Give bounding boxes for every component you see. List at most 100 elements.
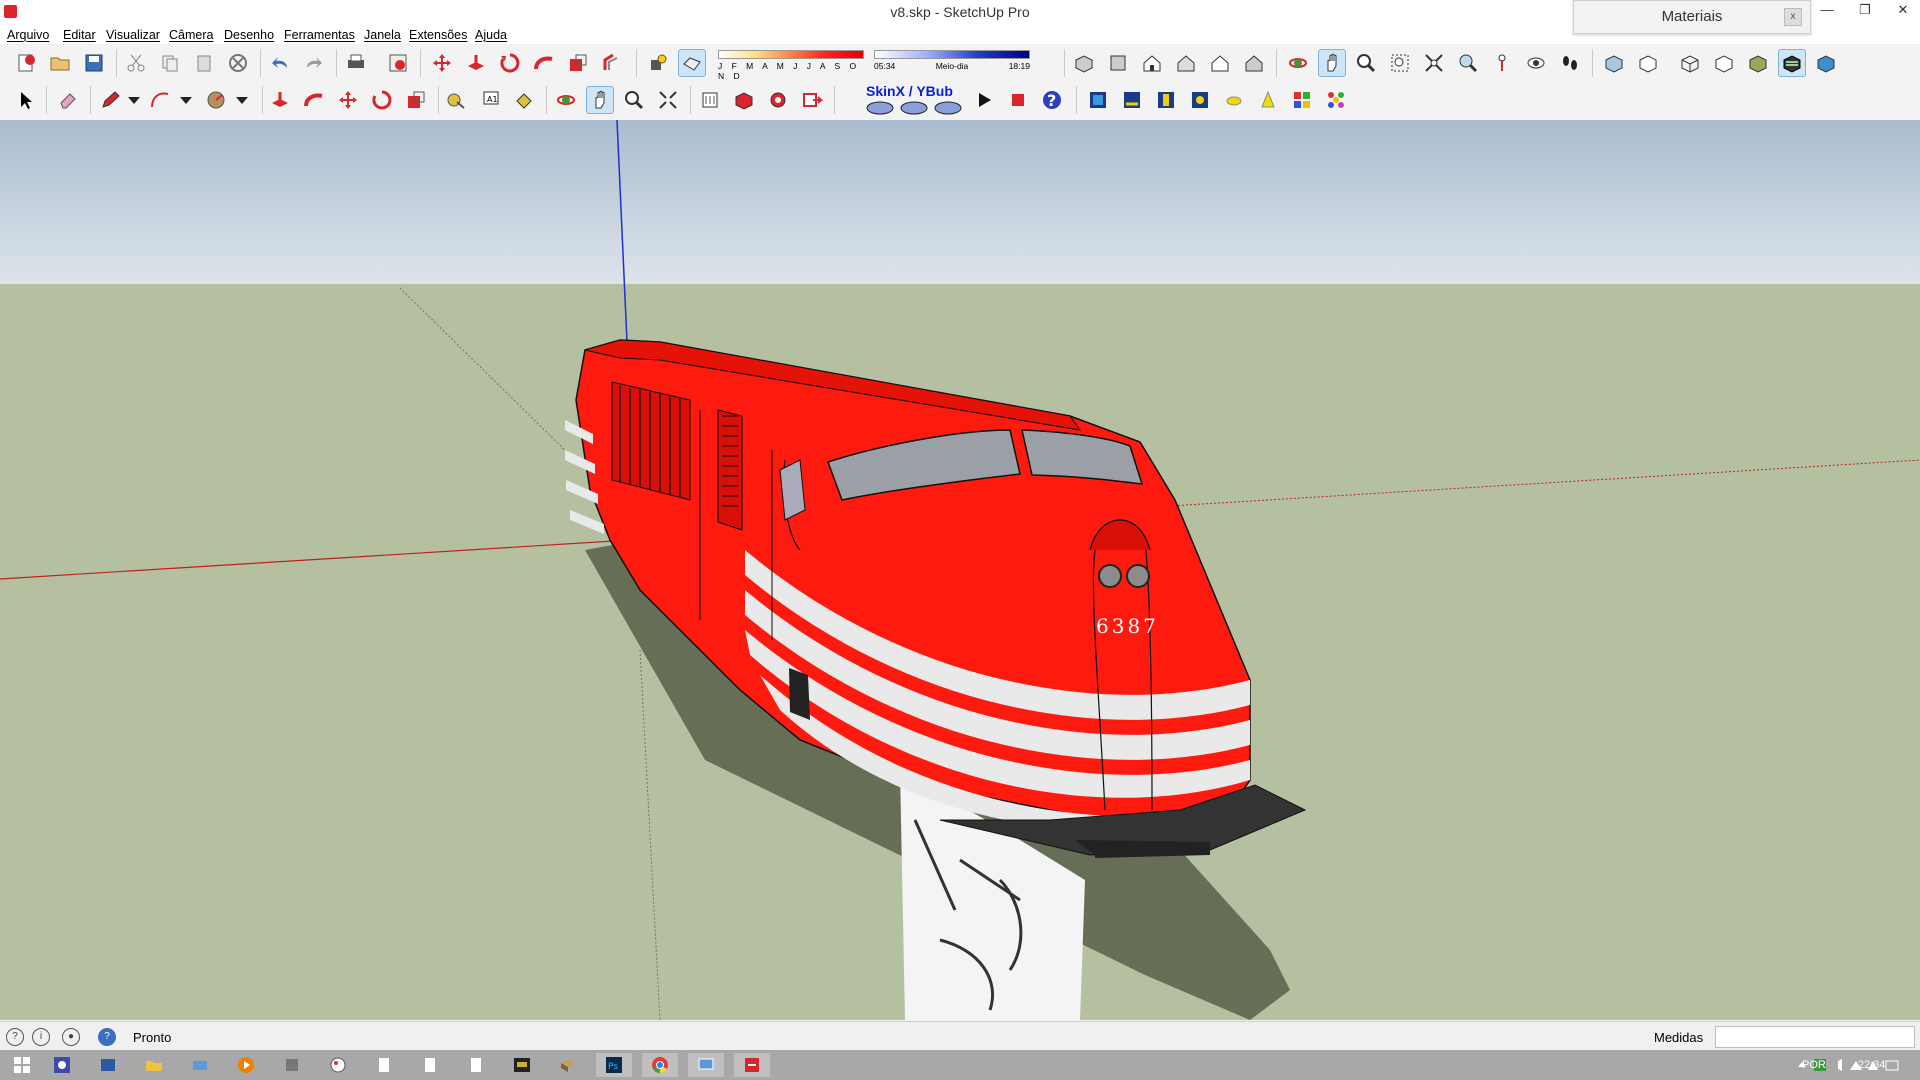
chevron-down-icon[interactable] [120, 86, 148, 114]
panel-close-button[interactable]: x [1784, 8, 1802, 26]
chrome-icon[interactable] [642, 1053, 678, 1077]
menu-editar[interactable]: Editar [63, 26, 96, 44]
top-view-icon[interactable] [1104, 49, 1132, 77]
zoom-extents-tool-icon[interactable] [654, 86, 682, 114]
measurements-input[interactable] [1715, 1026, 1915, 1048]
orbit-tool-icon[interactable] [552, 86, 580, 114]
help-circle-icon[interactable]: ? [98, 1028, 116, 1046]
back-edges-style-icon[interactable] [1634, 49, 1662, 77]
zoom-window-icon[interactable] [1386, 49, 1414, 77]
print-icon[interactable] [342, 49, 370, 77]
zoom-icon[interactable] [1352, 49, 1380, 77]
pan-icon[interactable] [1318, 49, 1346, 77]
document-3-icon[interactable] [458, 1053, 494, 1077]
look-around-icon[interactable] [1522, 49, 1550, 77]
txd-app-icon[interactable] [504, 1053, 540, 1077]
position-camera-icon[interactable] [1488, 49, 1516, 77]
back-view-icon[interactable] [1206, 49, 1234, 77]
push-pull-tool-icon[interactable] [266, 86, 294, 114]
shadow-time-slider[interactable]: 05:34 Meio-dia 18:19 [874, 50, 1030, 78]
orbit-icon[interactable] [1284, 49, 1312, 77]
menu-camera[interactable]: Câmera [169, 26, 213, 44]
menu-visualizar[interactable]: Visualizar [106, 26, 160, 44]
app-window-icon[interactable] [90, 1053, 126, 1077]
save-icon[interactable] [80, 49, 108, 77]
shaded-style-icon[interactable] [1744, 49, 1772, 77]
zoom-extents-icon[interactable] [1420, 49, 1448, 77]
arc-icon[interactable] [146, 86, 174, 114]
model-info-icon[interactable] [384, 49, 412, 77]
chevron-down-icon[interactable] [228, 86, 256, 114]
file-explorer-icon[interactable] [136, 1053, 172, 1077]
fog-toggle-icon[interactable] [678, 49, 706, 77]
help-icon[interactable]: ? [1038, 86, 1066, 114]
copy-icon[interactable] [156, 49, 184, 77]
plugin-yellow-cone-icon[interactable] [1254, 86, 1282, 114]
sketchup-taskbar-icon[interactable] [734, 1053, 770, 1077]
paint-app-icon[interactable] [320, 1053, 356, 1077]
xray-style-icon[interactable] [1600, 49, 1628, 77]
plugin-blue-1-icon[interactable] [1084, 86, 1112, 114]
menu-arquivo[interactable]: Arquivo [7, 26, 49, 44]
monochrome-style-icon[interactable] [1812, 49, 1840, 77]
plugin-yellow-disc-icon[interactable] [1220, 86, 1248, 114]
3d-tool-icon[interactable] [550, 1053, 586, 1077]
document-1-icon[interactable] [366, 1053, 402, 1077]
wireframe-style-icon[interactable] [1676, 49, 1704, 77]
network-app-icon[interactable] [274, 1053, 310, 1077]
new-file-icon[interactable] [12, 49, 40, 77]
system-clock[interactable]: 22:34 [1858, 1059, 1886, 1071]
play-icon[interactable] [970, 86, 998, 114]
chevron-down-icon[interactable] [172, 86, 200, 114]
rotate-tool-icon[interactable] [368, 86, 396, 114]
walk-icon[interactable] [1556, 49, 1584, 77]
windows-start-icon[interactable] [4, 1053, 40, 1077]
open-folder-icon[interactable] [46, 49, 74, 77]
photoshop-icon[interactable]: Ps [596, 1053, 632, 1077]
menu-desenho[interactable]: Desenho [224, 26, 274, 44]
shapes-icon[interactable] [202, 86, 230, 114]
media-player-icon[interactable] [228, 1053, 264, 1077]
paint-bucket-icon[interactable] [510, 86, 538, 114]
menu-ferramentas[interactable]: Ferramentas [284, 26, 355, 44]
front-view-icon[interactable] [1138, 49, 1166, 77]
extension-warehouse-icon[interactable] [764, 86, 792, 114]
document-2-icon[interactable] [412, 1053, 448, 1077]
input-language[interactable]: POR [1802, 1059, 1826, 1071]
credits-icon[interactable]: i [32, 1028, 50, 1046]
ybub-icons[interactable] [866, 96, 976, 118]
share-model-icon[interactable] [730, 86, 758, 114]
shaded-textures-style-icon[interactable] [1778, 49, 1806, 77]
settings-app-icon[interactable] [44, 1053, 80, 1077]
minimize-button[interactable]: — [1816, 2, 1838, 18]
restore-button[interactable]: ❐ [1854, 2, 1876, 18]
offset-icon[interactable] [598, 49, 626, 77]
tape-measure-icon[interactable] [442, 86, 470, 114]
move-tool-icon[interactable] [334, 86, 362, 114]
previous-view-icon[interactable] [1454, 49, 1482, 77]
paste-icon[interactable] [190, 49, 218, 77]
pan-tool-icon[interactable] [586, 86, 614, 114]
eraser-icon[interactable] [54, 86, 82, 114]
text-tool-icon[interactable]: A1 [476, 86, 504, 114]
plugin-blue-2-icon[interactable] [1118, 86, 1146, 114]
follow-me-tool-icon[interactable] [300, 86, 328, 114]
plugin-color-dots-icon[interactable] [1322, 86, 1350, 114]
menu-extensoes[interactable]: Extensões [409, 26, 467, 44]
model-viewport[interactable]: 6387 [0, 120, 1920, 1020]
push-pull-icon[interactable] [462, 49, 490, 77]
cut-icon[interactable] [122, 49, 150, 77]
close-button[interactable]: ✕ [1892, 2, 1914, 18]
plugin-blue-3-icon[interactable] [1186, 86, 1214, 114]
scale-tool-icon[interactable] [402, 86, 430, 114]
geo-location-icon[interactable]: ? [6, 1028, 24, 1046]
menu-ajuda[interactable]: Ajuda [475, 26, 507, 44]
user-icon[interactable]: ● [62, 1028, 80, 1046]
left-view-icon[interactable] [1240, 49, 1268, 77]
right-view-icon[interactable] [1172, 49, 1200, 77]
shadows-toggle-icon[interactable] [644, 49, 672, 77]
3d-warehouse-icon[interactable] [696, 86, 724, 114]
zoom-tool-icon[interactable] [620, 86, 648, 114]
materials-panel[interactable]: Materiais x [1573, 0, 1811, 34]
plugin-film-icon[interactable] [1152, 86, 1180, 114]
